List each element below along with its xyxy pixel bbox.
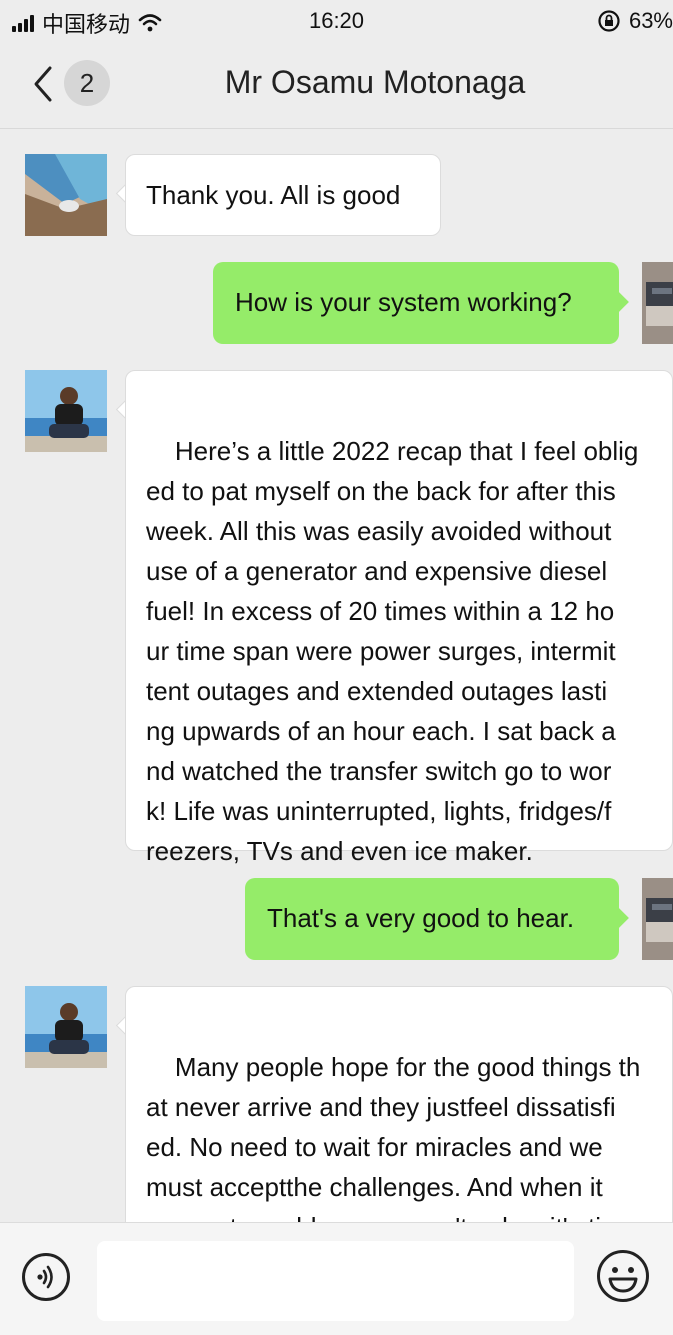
input-bar xyxy=(0,1222,673,1335)
avatar-contact[interactable] xyxy=(25,370,107,452)
status-bar: 中国移动 16:20 63% xyxy=(0,0,673,40)
message-bubble-outgoing[interactable]: How is your system working? xyxy=(213,262,619,344)
message-bubble-outgoing[interactable]: That's a very good to hear. xyxy=(245,878,619,960)
avatar-contact[interactable] xyxy=(25,986,107,1068)
rotation-lock-icon xyxy=(598,10,620,32)
message-bubble-incoming[interactable]: Many people hope for the good things th … xyxy=(125,986,673,1222)
avatar-contact[interactable] xyxy=(25,154,107,236)
message-list[interactable]: Thank you. All is good How is your syste… xyxy=(0,129,673,1222)
message-text: That's a very good to hear. xyxy=(267,903,575,933)
message-text: Thank you. All is good xyxy=(146,180,401,210)
avatar-self[interactable] xyxy=(642,262,673,344)
chat-header: 2 Mr Osamu Motonaga xyxy=(0,40,673,129)
status-right: 63% xyxy=(597,8,673,34)
message-bubble-incoming[interactable]: Here’s a little 2022 recap that I feel o… xyxy=(125,370,673,866)
message-input[interactable] xyxy=(97,1241,574,1321)
avatar-self[interactable] xyxy=(642,878,673,960)
emoji-icon[interactable] xyxy=(596,1249,650,1303)
voice-icon[interactable] xyxy=(22,1253,70,1301)
status-time: 16:20 xyxy=(308,8,365,33)
message-text: Many people hope for the good things th … xyxy=(146,1052,641,1222)
battery-label: 63% xyxy=(628,8,673,33)
message-text: Here’s a little 2022 recap that I feel o… xyxy=(146,436,639,866)
message-text: How is your system working? xyxy=(235,287,572,317)
chat-title: Mr Osamu Motonaga xyxy=(224,64,526,100)
message-bubble-incoming[interactable]: Thank you. All is good xyxy=(125,154,441,236)
